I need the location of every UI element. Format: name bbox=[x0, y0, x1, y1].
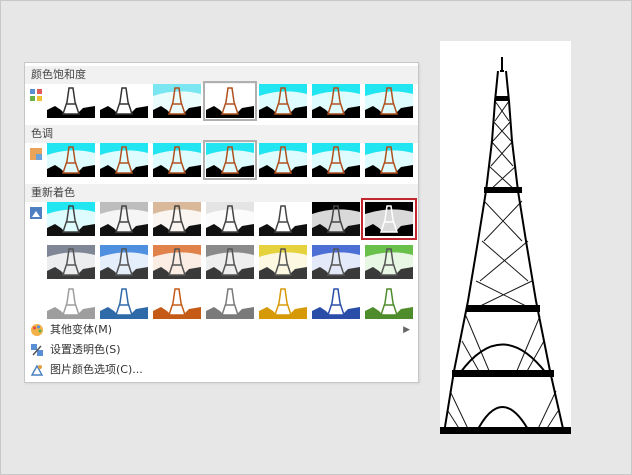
recolor-thumb-r3-4[interactable] bbox=[259, 285, 307, 319]
submenu-arrow-icon: ▶ bbox=[403, 325, 410, 335]
recolor-thumb-r2-1[interactable] bbox=[100, 245, 148, 279]
tone-icon bbox=[30, 145, 42, 160]
tone-section-title: 色调 bbox=[31, 127, 53, 140]
tone-thumb-3[interactable] bbox=[203, 140, 257, 180]
recolor-thumb-r1-3[interactable] bbox=[206, 202, 254, 236]
set-transparent-color-label: 设置透明色(S) bbox=[50, 343, 121, 356]
recolor-thumb-r2-6[interactable] bbox=[365, 245, 413, 279]
tone-thumb-5[interactable] bbox=[312, 143, 360, 177]
picture-color-options-icon bbox=[30, 363, 44, 377]
saturation-section-title: 颜色饱和度 bbox=[31, 68, 86, 81]
more-variations-label: 其他变体(M) bbox=[50, 323, 113, 336]
saturation-thumb-2[interactable] bbox=[153, 84, 201, 118]
recolor-thumb-r2-5[interactable] bbox=[312, 245, 360, 279]
recolor-section-title: 重新着色 bbox=[31, 186, 75, 199]
recolor-thumb-r1-2[interactable] bbox=[153, 202, 201, 236]
recolor-thumb-r3-3[interactable] bbox=[206, 285, 254, 319]
recolor-gallery-panel: 颜色饱和度 色调 重新着色 其他变体(M) ▶ 设置透明色(S) 图片颜色选项(… bbox=[24, 62, 419, 383]
recolor-thumb-r2-2[interactable] bbox=[153, 245, 201, 279]
recolor-icon bbox=[30, 204, 42, 219]
saturation-thumb-0[interactable] bbox=[47, 84, 95, 118]
recolor-thumb-r2-4[interactable] bbox=[259, 245, 307, 279]
recolor-thumb-r1-5[interactable] bbox=[312, 202, 360, 236]
palette-icon bbox=[30, 323, 44, 337]
saturation-section-header: 颜色饱和度 bbox=[25, 66, 418, 84]
saturation-thumb-4[interactable] bbox=[259, 84, 307, 118]
recolor-thumb-r3-0[interactable] bbox=[47, 285, 95, 319]
eiffel-tower-preview-image bbox=[440, 41, 571, 434]
recolor-thumb-r2-0[interactable] bbox=[47, 245, 95, 279]
recolor-thumb-r3-2[interactable] bbox=[153, 285, 201, 319]
saturation-thumb-1[interactable] bbox=[100, 84, 148, 118]
tone-thumb-0[interactable] bbox=[47, 143, 95, 177]
picture-color-options-label: 图片颜色选项(C)... bbox=[50, 363, 143, 376]
saturation-thumb-5[interactable] bbox=[312, 84, 360, 118]
transparent-color-icon bbox=[30, 343, 44, 357]
tone-thumb-2[interactable] bbox=[153, 143, 201, 177]
tone-section-header: 色调 bbox=[25, 125, 418, 143]
saturation-thumb-6[interactable] bbox=[365, 84, 413, 118]
tone-thumb-1[interactable] bbox=[100, 143, 148, 177]
recolor-thumb-r2-3[interactable] bbox=[206, 245, 254, 279]
recolor-thumb-r3-1[interactable] bbox=[100, 285, 148, 319]
recolor-thumb-r1-1[interactable] bbox=[100, 202, 148, 236]
tone-thumb-4[interactable] bbox=[259, 143, 307, 177]
recolor-thumb-r3-5[interactable] bbox=[312, 285, 360, 319]
recolor-thumb-r3-6[interactable] bbox=[365, 285, 413, 319]
saturation-thumb-3[interactable] bbox=[203, 81, 257, 121]
recolor-thumb-r1-0[interactable] bbox=[47, 202, 95, 236]
recolor-thumb-r1-4[interactable] bbox=[259, 202, 307, 236]
recolor-section-header: 重新着色 bbox=[25, 184, 418, 202]
more-variations-menu-item[interactable]: 其他变体(M) ▶ bbox=[25, 321, 418, 339]
picture-color-options-menu-item[interactable]: 图片颜色选项(C)... bbox=[25, 361, 418, 379]
tone-thumb-6[interactable] bbox=[365, 143, 413, 177]
saturation-icon bbox=[30, 86, 42, 101]
set-transparent-color-menu-item[interactable]: 设置透明色(S) bbox=[25, 341, 418, 359]
recolor-thumb-r1-6[interactable] bbox=[361, 198, 417, 240]
